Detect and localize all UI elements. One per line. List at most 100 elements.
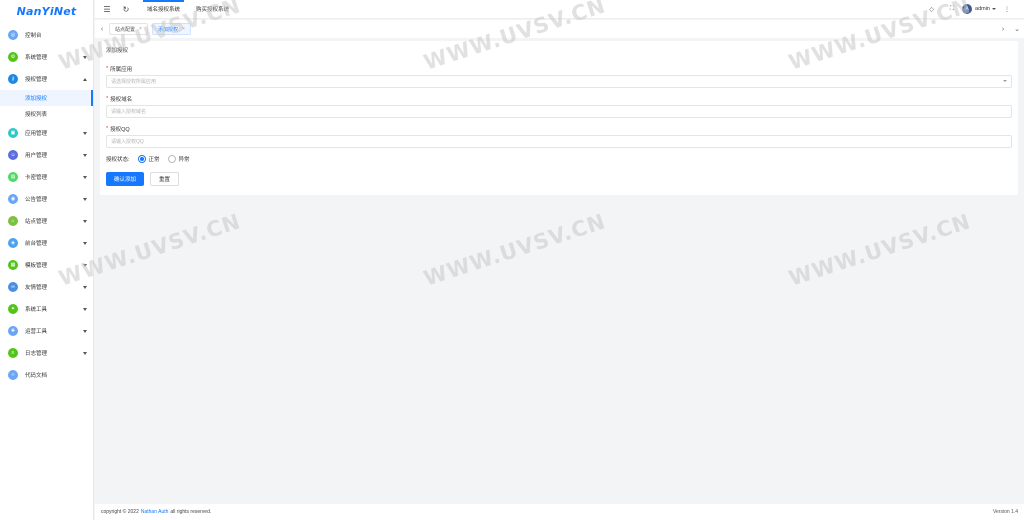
sidebar-item-frontend[interactable]: ◈ 前台管理	[0, 232, 93, 254]
top-bar: ☰ ↻ 域名授权系统 购买授权系统 ◇ ⛶ A admin ⋮	[95, 0, 1024, 19]
sidebar-item-notices[interactable]: ◉ 公告管理	[0, 188, 93, 210]
sidebar-item-friends[interactable]: ∞ 友情管理	[0, 276, 93, 298]
page-title: 添加授权	[106, 48, 129, 54]
frontend-icon: ◈	[8, 238, 18, 248]
version-text: Version 1.4	[992, 509, 1018, 515]
copyright-text: copyright © 2022	[101, 509, 139, 515]
sidebar-item-label: 前台管理	[25, 241, 48, 247]
tool-icon: ✦	[8, 304, 18, 314]
notice-icon: ◉	[8, 194, 18, 204]
sidebar-item-system-tools[interactable]: ✦ 系统工具	[0, 298, 93, 320]
field-qq: * 授权QQ 请输入授权QQ	[106, 125, 1012, 148]
tab-add-auth[interactable]: 添加授权 ×	[151, 23, 191, 35]
sidebar-item-apps[interactable]: ▣ 应用管理	[0, 122, 93, 144]
sidebar-item-dashboard[interactable]: ◎ 控制台	[0, 24, 93, 46]
tab-bar: ‹ 站点配置 × 添加授权 × › ⌄	[95, 20, 1024, 38]
radio-label: 正常	[148, 157, 160, 163]
sidebar-subitem-add-auth[interactable]: 添加授权	[0, 90, 93, 106]
close-icon[interactable]: ×	[139, 26, 142, 32]
theme-icon[interactable]: ◇	[929, 6, 934, 13]
tab-label: 添加授权	[157, 26, 178, 33]
sidebar-item-label: 公告管理	[25, 197, 48, 203]
log-icon: ≡	[8, 348, 18, 358]
field-domain: * 授权域名 请输入授权域名	[106, 95, 1012, 118]
chevron-down-icon	[83, 219, 87, 223]
qq-input[interactable]: 请输入授权QQ	[106, 135, 1012, 148]
reset-button[interactable]: 重置	[150, 172, 180, 186]
more-icon[interactable]: ⋮	[1004, 6, 1010, 13]
ops-icon: ✚	[8, 326, 18, 336]
sidebar-item-label: 代码文档	[25, 373, 48, 379]
sidebar-item-system[interactable]: ⚙ 系统管理	[0, 46, 93, 68]
caret-down-icon	[992, 8, 996, 10]
card-icon: ▤	[8, 172, 18, 182]
sidebar-item-label: 控制台	[25, 33, 42, 39]
sidebar-item-auth[interactable]: ⚷ 授权管理	[0, 68, 93, 90]
app-icon: ▣	[8, 128, 18, 138]
watermark: WWW.UVSV.CN	[785, 209, 974, 291]
radio-label: 异常	[178, 157, 190, 163]
sidebar-item-label: 应用管理	[25, 131, 48, 137]
domain-input-placeholder: 请输入授权域名	[111, 109, 147, 115]
status-label: 授权状态:	[106, 157, 130, 163]
sidebar-item-label: 系统管理	[25, 55, 48, 61]
site-icon: ⌂	[8, 216, 18, 226]
chevron-down-icon	[83, 175, 87, 179]
close-icon[interactable]: ×	[182, 26, 185, 32]
sidebar-menu: ◎ 控制台 ⚙ 系统管理 ⚷ 授权管理 添加授权 授权列表 ▣ 应用管理 ☺ 用…	[0, 24, 93, 386]
form-card: 添加授权 * 所属应用 请选择授权所属应用 * 授权域名 请输入授权域名 * 授…	[100, 41, 1018, 195]
top-nav-domain-auth[interactable]: 域名授权系统	[139, 0, 188, 19]
dashboard-icon: ◎	[8, 30, 18, 40]
sidebar-item-templates[interactable]: ▦ 模板管理	[0, 254, 93, 276]
sidebar-item-label: 日志管理	[25, 351, 48, 357]
tab-site-config[interactable]: 站点配置 ×	[109, 23, 148, 35]
chevron-up-icon	[83, 77, 87, 81]
sidebar-item-docs[interactable]: ‹› 代码文档	[0, 364, 93, 386]
top-bar-right: ◇ ⛶ A admin ⋮	[921, 0, 1024, 19]
chevron-down-icon	[83, 263, 87, 267]
sidebar-item-ops-tools[interactable]: ✚ 运营工具	[0, 320, 93, 342]
field-label: * 授权域名	[106, 95, 1012, 103]
radio-circle	[167, 155, 176, 163]
status-radio-normal[interactable]: 正常	[137, 155, 160, 163]
button-row: 确认添加 重置	[106, 172, 185, 186]
app-select[interactable]: 请选择授权所属应用	[106, 75, 1012, 88]
sidebar-item-sites[interactable]: ⌂ 站点管理	[0, 210, 93, 232]
sidebar-item-label: 模板管理	[25, 263, 48, 269]
chevron-down-icon	[83, 131, 87, 135]
chevron-down-icon	[83, 329, 87, 333]
tab-scroll-left-icon[interactable]: ‹	[95, 20, 109, 38]
qq-label: 授权QQ	[110, 127, 130, 133]
status-radio-abnormal[interactable]: 异常	[167, 155, 190, 163]
qq-input-placeholder: 请输入授权QQ	[111, 139, 144, 145]
domain-label: 授权域名	[110, 97, 133, 103]
footer: copyright © 2022 Nathan Auth all rights …	[95, 504, 1024, 520]
avatar[interactable]: A	[962, 4, 973, 14]
sidebar-item-logs[interactable]: ≡ 日志管理	[0, 342, 93, 364]
radio-circle	[137, 155, 146, 163]
copyright-suffix: all rights reserved.	[170, 509, 212, 515]
user-menu[interactable]: admin	[975, 6, 996, 12]
logo[interactable]: NanYiNet	[0, 0, 93, 22]
user-icon: ☺	[8, 150, 18, 160]
sidebar-item-users[interactable]: ☺ 用户管理	[0, 144, 93, 166]
watermark: WWW.UVSV.CN	[420, 209, 609, 291]
field-app: * 所属应用 请选择授权所属应用	[106, 65, 1012, 88]
template-icon: ▦	[8, 260, 18, 270]
top-nav: 域名授权系统 购买授权系统	[139, 0, 237, 19]
tab-scroll-right-icon[interactable]: ›	[996, 20, 1010, 38]
domain-input[interactable]: 请输入授权域名	[106, 105, 1012, 118]
doc-icon: ‹›	[8, 370, 18, 380]
refresh-icon[interactable]: ↻	[119, 2, 133, 16]
required-mark: *	[106, 66, 109, 72]
footer-link[interactable]: Nathan Auth	[141, 509, 169, 515]
menu-toggle-icon[interactable]: ☰	[100, 2, 114, 16]
top-nav-buy-auth[interactable]: 购买授权系统	[188, 0, 237, 19]
chevron-down-icon	[83, 241, 87, 245]
fullscreen-icon[interactable]: ⛶	[950, 6, 954, 13]
app-label: 所属应用	[110, 67, 133, 73]
sidebar-subitem-auth-list[interactable]: 授权列表	[0, 106, 93, 122]
sidebar-item-cards[interactable]: ▤ 卡密管理	[0, 166, 93, 188]
submit-button[interactable]: 确认添加	[106, 172, 145, 186]
tab-menu-chevron-down-icon[interactable]: ⌄	[1010, 20, 1024, 38]
